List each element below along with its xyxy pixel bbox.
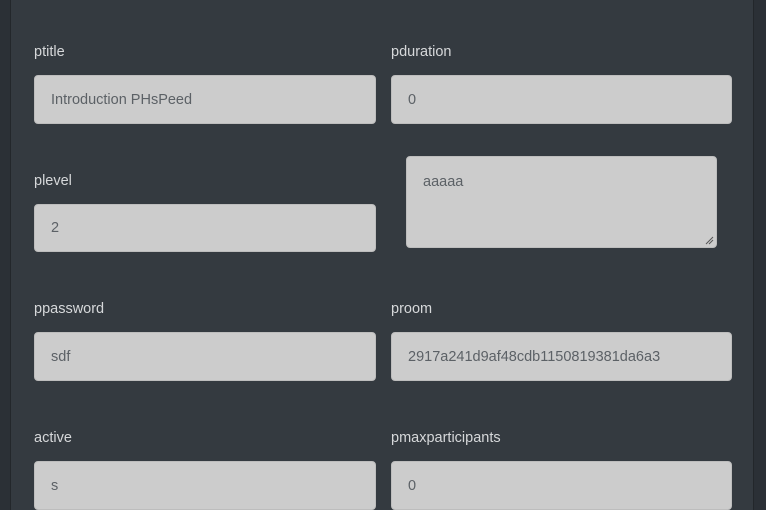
proom-label: proom <box>391 301 433 317</box>
description-text: aaaaa <box>423 174 464 190</box>
page-background: ptitle Introduction PHsPeed pduration 0 … <box>0 0 766 510</box>
description-textarea[interactable]: aaaaa <box>406 156 717 248</box>
active-input[interactable]: s <box>34 461 376 510</box>
proom-input[interactable]: 2917a241d9af48cdb1150819381da6a3 <box>391 332 732 381</box>
ptitle-label: ptitle <box>34 44 65 60</box>
plevel-label: plevel <box>34 173 72 189</box>
ppassword-input[interactable]: sdf <box>34 332 376 381</box>
pmaxparticipants-label: pmaxparticipants <box>391 430 501 446</box>
plevel-input[interactable]: 2 <box>34 204 376 252</box>
pmaxparticipants-input[interactable]: 0 <box>391 461 732 510</box>
pduration-label: pduration <box>391 44 452 60</box>
form-panel: ptitle Introduction PHsPeed pduration 0 … <box>10 0 754 510</box>
ppassword-label: ppassword <box>34 301 105 317</box>
pduration-input[interactable]: 0 <box>391 75 732 124</box>
resize-handle-icon[interactable] <box>705 236 714 245</box>
active-label: active <box>34 430 72 446</box>
ptitle-input[interactable]: Introduction PHsPeed <box>34 75 376 124</box>
